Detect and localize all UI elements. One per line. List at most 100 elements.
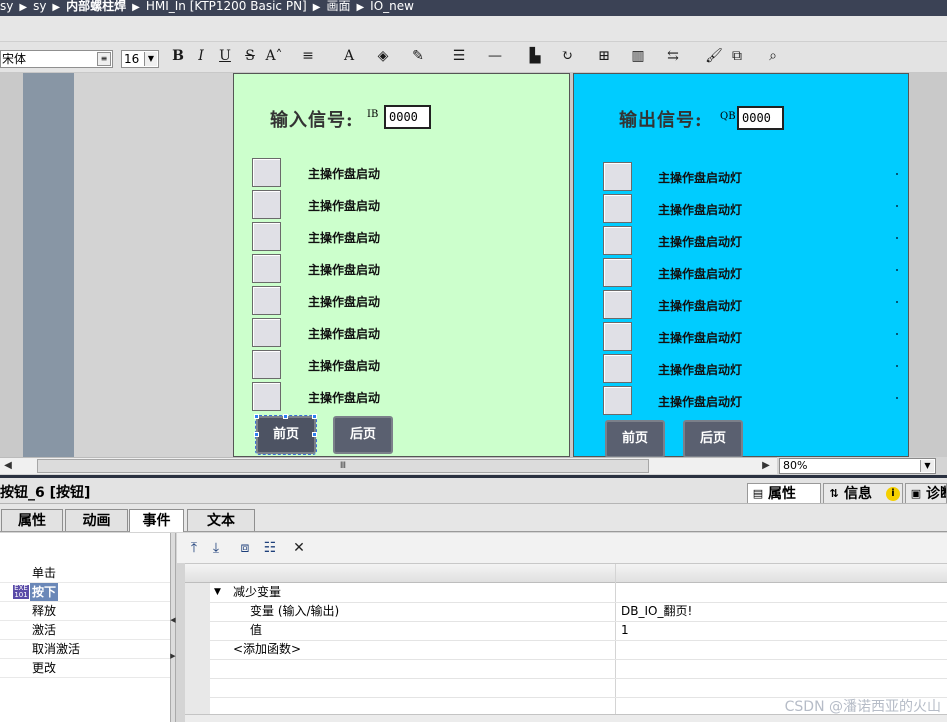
prev-page-button[interactable]: 前页 <box>605 420 665 458</box>
output-io-field[interactable]: 0000 <box>737 106 784 130</box>
breadcrumb-item[interactable]: 画面 <box>326 0 350 12</box>
list-splitter[interactable] <box>170 533 176 722</box>
tab-diagnostics[interactable]: ▣ 诊断 <box>905 483 947 503</box>
layers-icon[interactable]: ⧉ <box>726 46 748 66</box>
align-icon[interactable]: ≡ <box>297 46 319 66</box>
add-function-link[interactable]: <添加函数> <box>233 640 301 659</box>
signal-indicator[interactable] <box>252 222 281 251</box>
signal-indicator[interactable] <box>603 162 632 191</box>
signal-indicator[interactable] <box>252 158 281 187</box>
signal-row: 主操作盘启动灯 <box>574 322 908 352</box>
signal-indicator[interactable] <box>603 386 632 415</box>
param-value[interactable]: 1 <box>621 621 629 640</box>
inspector-tab[interactable]: 事件 <box>129 509 184 532</box>
inspector-tab[interactable]: 动画 <box>65 509 128 531</box>
breadcrumb-item[interactable]: sy <box>0 0 13 12</box>
zoom-selection-icon[interactable]: ⌕ <box>762 46 784 66</box>
signal-indicator[interactable] <box>252 286 281 315</box>
same-size-icon[interactable]: ⇆ <box>662 46 684 66</box>
signal-indicator[interactable] <box>603 194 632 223</box>
bold-icon[interactable]: B <box>170 46 186 66</box>
event-item[interactable]: 按下 <box>30 583 59 601</box>
move-down-icon[interactable]: ⤓ <box>207 539 225 557</box>
output-panel-title: 输出信号: <box>619 110 703 131</box>
expand-right-icon[interactable]: ▶ <box>170 652 176 660</box>
signal-indicator[interactable] <box>252 318 281 347</box>
italic-icon[interactable]: I <box>193 46 209 66</box>
collapse-left-icon[interactable]: ◀ <box>170 616 176 624</box>
collapse-icon[interactable]: ▼ <box>214 583 221 602</box>
scroll-left-icon[interactable]: ◀ <box>0 458 16 474</box>
breadcrumb-item[interactable]: 内部螺柱焊 <box>66 0 126 12</box>
event-item[interactable]: 激活 <box>32 621 56 639</box>
breadcrumb-separator-icon: ▶ <box>312 2 321 13</box>
fill-color-icon[interactable]: ◈ <box>372 46 394 66</box>
rotate-icon[interactable]: ↻ <box>556 46 578 66</box>
chevron-down-icon[interactable]: ▼ <box>920 460 934 472</box>
event-list <box>0 533 170 722</box>
selection-handle[interactable] <box>254 414 259 419</box>
distribute-icon[interactable]: ⊞ <box>593 46 615 66</box>
event-item[interactable]: 单击 <box>32 564 56 582</box>
selection-handle[interactable] <box>312 432 317 437</box>
font-name-field[interactable]: 宋体 ≡ <box>0 50 113 68</box>
signal-label: 主操作盘启动灯 <box>658 299 743 313</box>
breadcrumb-item[interactable]: sy <box>33 0 46 12</box>
selection-handle[interactable] <box>254 432 259 437</box>
font-color-icon[interactable]: A <box>338 46 360 66</box>
signal-indicator[interactable] <box>603 322 632 351</box>
next-page-button[interactable]: 后页 <box>333 416 393 454</box>
signal-indicator[interactable] <box>252 350 281 379</box>
underline-icon[interactable]: U <box>217 46 233 66</box>
line-width-icon[interactable]: — <box>484 46 506 66</box>
move-up-icon[interactable]: ⤒ <box>185 539 203 557</box>
signal-label: 主操作盘启动灯 <box>658 171 743 185</box>
strikethrough-icon[interactable]: S <box>242 46 258 66</box>
param-name: 值 <box>250 623 263 637</box>
event-item[interactable]: 更改 <box>32 659 56 677</box>
line-style-icon[interactable]: ☰ <box>448 46 470 66</box>
breadcrumb-separator-icon: ▶ <box>52 2 61 13</box>
signal-indicator[interactable] <box>252 382 281 411</box>
function-name[interactable]: 减少变量 <box>233 583 281 602</box>
event-item[interactable]: 取消激活 <box>32 640 80 658</box>
column-icon[interactable]: ▥ <box>627 46 649 66</box>
selection-handle[interactable] <box>283 414 288 419</box>
font-size-select[interactable]: 16 ▼ <box>121 50 159 68</box>
delete-icon[interactable]: ✕ <box>290 539 308 557</box>
signal-indicator[interactable] <box>252 254 281 283</box>
zoom-select[interactable]: 80% ▼ <box>779 458 936 474</box>
signal-label: 主操作盘启动灯 <box>658 395 743 409</box>
signal-row: 主操作盘启动灯 <box>574 162 908 192</box>
breadcrumb-item[interactable]: IO_new <box>370 0 414 12</box>
input-io-field[interactable]: 0000 <box>384 105 431 129</box>
param-value[interactable]: DB_IO_翻页! <box>621 602 692 621</box>
signal-label: 主操作盘启动灯 <box>658 235 743 249</box>
prev-page-button[interactable]: 前页 <box>255 415 317 455</box>
inspector-tab[interactable]: 文本 <box>187 509 255 531</box>
inspector-object-title: 按钮_6 [按钮] <box>0 485 91 501</box>
script-icon[interactable]: ⧈ <box>236 539 254 557</box>
signal-indicator[interactable] <box>603 290 632 319</box>
font-list-icon[interactable]: ≡ <box>97 52 111 66</box>
breadcrumb-item[interactable]: HMI_In [KTP1200 Basic PN] <box>146 0 307 12</box>
format-painter-icon[interactable]: 🖌 <box>703 46 725 66</box>
tab-info[interactable]: ⇅ 信息 i <box>823 483 903 503</box>
chevron-down-icon[interactable]: ▼ <box>144 52 157 66</box>
horizontal-scrollbar[interactable]: ◀ Ⅲ ▶ <box>0 457 777 474</box>
signal-indicator[interactable] <box>252 190 281 219</box>
align-objects-icon[interactable]: ▙ <box>524 46 546 66</box>
signal-indicator[interactable] <box>603 354 632 383</box>
scroll-thumb[interactable]: Ⅲ <box>37 459 649 473</box>
next-page-button[interactable]: 后页 <box>683 420 743 458</box>
line-color-icon[interactable]: ✎ <box>407 46 429 66</box>
inspector-tab[interactable]: 属性 <box>1 509 63 531</box>
font-size-icon[interactable]: A˄ <box>263 46 285 66</box>
function-list-icon[interactable]: ☷ <box>261 539 279 557</box>
signal-indicator[interactable] <box>603 226 632 255</box>
event-item[interactable]: 释放 <box>32 602 56 620</box>
scroll-right-icon[interactable]: ▶ <box>758 458 774 474</box>
selection-handle[interactable] <box>312 414 317 419</box>
tab-properties[interactable]: ▤ 属性 <box>747 483 821 503</box>
signal-indicator[interactable] <box>603 258 632 287</box>
